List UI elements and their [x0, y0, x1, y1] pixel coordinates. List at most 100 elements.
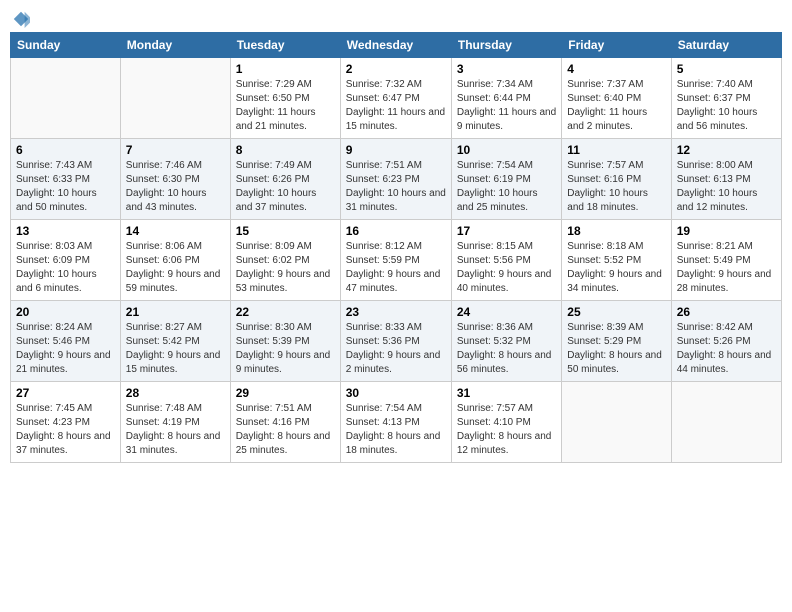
- day-info: Sunrise: 7:40 AM Sunset: 6:37 PM Dayligh…: [677, 78, 776, 134]
- calendar-cell: 17 Sunrise: 8:15 AM Sunset: 5:56 PM Dayli…: [451, 220, 561, 301]
- day-number: 2: [346, 62, 446, 76]
- day-number: 11: [567, 143, 665, 157]
- day-info: Sunrise: 8:18 AM Sunset: 5:52 PM Dayligh…: [567, 240, 665, 296]
- calendar-cell: [11, 58, 121, 139]
- day-info: Sunrise: 8:21 AM Sunset: 5:49 PM Dayligh…: [677, 240, 776, 296]
- logo-icon: [12, 10, 30, 28]
- day-number: 20: [16, 305, 115, 319]
- day-info: Sunrise: 7:37 AM Sunset: 6:40 PM Dayligh…: [567, 78, 665, 134]
- calendar-cell: 10 Sunrise: 7:54 AM Sunset: 6:19 PM Dayli…: [451, 139, 561, 220]
- calendar-cell: 6 Sunrise: 7:43 AM Sunset: 6:33 PM Daylig…: [11, 139, 121, 220]
- calendar-cell: 8 Sunrise: 7:49 AM Sunset: 6:26 PM Daylig…: [230, 139, 340, 220]
- calendar-cell: 15 Sunrise: 8:09 AM Sunset: 6:02 PM Dayli…: [230, 220, 340, 301]
- day-info: Sunrise: 8:27 AM Sunset: 5:42 PM Dayligh…: [126, 321, 225, 377]
- day-number: 31: [457, 386, 556, 400]
- calendar-cell: 4 Sunrise: 7:37 AM Sunset: 6:40 PM Daylig…: [562, 58, 671, 139]
- day-info: Sunrise: 8:24 AM Sunset: 5:46 PM Dayligh…: [16, 321, 115, 377]
- day-info: Sunrise: 8:03 AM Sunset: 6:09 PM Dayligh…: [16, 240, 115, 296]
- day-info: Sunrise: 8:00 AM Sunset: 6:13 PM Dayligh…: [677, 159, 776, 215]
- calendar-cell: 22 Sunrise: 8:30 AM Sunset: 5:39 PM Dayli…: [230, 301, 340, 382]
- day-number: 12: [677, 143, 776, 157]
- calendar-table: SundayMondayTuesdayWednesdayThursdayFrid…: [10, 32, 782, 463]
- calendar-cell: 18 Sunrise: 8:18 AM Sunset: 5:52 PM Dayli…: [562, 220, 671, 301]
- day-info: Sunrise: 8:30 AM Sunset: 5:39 PM Dayligh…: [236, 321, 335, 377]
- day-info: Sunrise: 7:54 AM Sunset: 4:13 PM Dayligh…: [346, 402, 446, 458]
- calendar-cell: 23 Sunrise: 8:33 AM Sunset: 5:36 PM Dayli…: [340, 301, 451, 382]
- day-info: Sunrise: 7:45 AM Sunset: 4:23 PM Dayligh…: [16, 402, 115, 458]
- day-info: Sunrise: 7:34 AM Sunset: 6:44 PM Dayligh…: [457, 78, 556, 134]
- day-number: 29: [236, 386, 335, 400]
- column-header-sunday: Sunday: [11, 33, 121, 58]
- calendar-cell: 14Sunrise: 8:06 AM Sunset: 6:06 PM Dayli…: [120, 220, 230, 301]
- day-info: Sunrise: 7:29 AM Sunset: 6:50 PM Dayligh…: [236, 78, 335, 134]
- calendar-cell: 9Sunrise: 7:51 AM Sunset: 6:23 PM Daylig…: [340, 139, 451, 220]
- day-number: 28: [126, 386, 225, 400]
- header: [10, 10, 782, 24]
- column-header-saturday: Saturday: [671, 33, 781, 58]
- day-number: 8: [236, 143, 335, 157]
- day-info: Sunrise: 7:49 AM Sunset: 6:26 PM Dayligh…: [236, 159, 335, 215]
- column-header-tuesday: Tuesday: [230, 33, 340, 58]
- calendar-cell: [562, 382, 671, 463]
- calendar-cell: 2 Sunrise: 7:32 AM Sunset: 6:47 PM Daylig…: [340, 58, 451, 139]
- calendar-cell: 11 Sunrise: 7:57 AM Sunset: 6:16 PM Dayli…: [562, 139, 671, 220]
- day-info: Sunrise: 7:57 AM Sunset: 4:10 PM Dayligh…: [457, 402, 556, 458]
- calendar-cell: [671, 382, 781, 463]
- calendar-cell: 30 Sunrise: 7:54 AM Sunset: 4:13 PM Dayli…: [340, 382, 451, 463]
- day-number: 1: [236, 62, 335, 76]
- day-info: Sunrise: 8:33 AM Sunset: 5:36 PM Dayligh…: [346, 321, 446, 377]
- day-info: Sunrise: 8:06 AM Sunset: 6:06 PM Dayligh…: [126, 240, 225, 296]
- day-number: 30: [346, 386, 446, 400]
- day-info: Sunrise: 7:57 AM Sunset: 6:16 PM Dayligh…: [567, 159, 665, 215]
- day-number: 5: [677, 62, 776, 76]
- calendar-cell: 5 Sunrise: 7:40 AM Sunset: 6:37 PM Daylig…: [671, 58, 781, 139]
- day-info: Sunrise: 7:51 AM Sunset: 4:16 PM Dayligh…: [236, 402, 335, 458]
- calendar-cell: [120, 58, 230, 139]
- column-header-friday: Friday: [562, 33, 671, 58]
- day-info: Sunrise: 8:12 AM Sunset: 5:59 PM Dayligh…: [346, 240, 446, 296]
- calendar-cell: 16 Sunrise: 8:12 AM Sunset: 5:59 PM Dayli…: [340, 220, 451, 301]
- logo: [10, 10, 30, 24]
- calendar-cell: 3 Sunrise: 7:34 AM Sunset: 6:44 PM Daylig…: [451, 58, 561, 139]
- column-header-monday: Monday: [120, 33, 230, 58]
- calendar-cell: 7Sunrise: 7:46 AM Sunset: 6:30 PM Daylig…: [120, 139, 230, 220]
- day-number: 13: [16, 224, 115, 238]
- calendar-cell: 21Sunrise: 8:27 AM Sunset: 5:42 PM Dayli…: [120, 301, 230, 382]
- calendar-cell: 13 Sunrise: 8:03 AM Sunset: 6:09 PM Dayli…: [11, 220, 121, 301]
- calendar-cell: 31 Sunrise: 7:57 AM Sunset: 4:10 PM Dayli…: [451, 382, 561, 463]
- day-number: 6: [16, 143, 115, 157]
- calendar-cell: 27 Sunrise: 7:45 AM Sunset: 4:23 PM Dayli…: [11, 382, 121, 463]
- day-info: Sunrise: 8:15 AM Sunset: 5:56 PM Dayligh…: [457, 240, 556, 296]
- day-number: 23: [346, 305, 446, 319]
- day-number: 15: [236, 224, 335, 238]
- calendar-cell: 1 Sunrise: 7:29 AM Sunset: 6:50 PM Daylig…: [230, 58, 340, 139]
- calendar-cell: 26 Sunrise: 8:42 AM Sunset: 5:26 PM Dayli…: [671, 301, 781, 382]
- day-info: Sunrise: 7:51 AM Sunset: 6:23 PM Dayligh…: [346, 159, 446, 215]
- day-info: Sunrise: 8:36 AM Sunset: 5:32 PM Dayligh…: [457, 321, 556, 377]
- day-info: Sunrise: 7:43 AM Sunset: 6:33 PM Dayligh…: [16, 159, 115, 215]
- calendar-cell: 28 Sunrise: 7:48 AM Sunset: 4:19 PM Dayli…: [120, 382, 230, 463]
- day-info: Sunrise: 8:09 AM Sunset: 6:02 PM Dayligh…: [236, 240, 335, 296]
- day-number: 3: [457, 62, 556, 76]
- day-info: Sunrise: 7:54 AM Sunset: 6:19 PM Dayligh…: [457, 159, 556, 215]
- day-number: 10: [457, 143, 556, 157]
- day-number: 19: [677, 224, 776, 238]
- day-number: 24: [457, 305, 556, 319]
- day-number: 27: [16, 386, 115, 400]
- column-header-thursday: Thursday: [451, 33, 561, 58]
- day-number: 7: [126, 143, 225, 157]
- day-number: 18: [567, 224, 665, 238]
- day-info: Sunrise: 7:32 AM Sunset: 6:47 PM Dayligh…: [346, 78, 446, 134]
- calendar-cell: 19 Sunrise: 8:21 AM Sunset: 5:49 PM Dayli…: [671, 220, 781, 301]
- day-number: 26: [677, 305, 776, 319]
- day-info: Sunrise: 8:42 AM Sunset: 5:26 PM Dayligh…: [677, 321, 776, 377]
- day-number: 4: [567, 62, 665, 76]
- day-number: 17: [457, 224, 556, 238]
- calendar-cell: 29 Sunrise: 7:51 AM Sunset: 4:16 PM Dayli…: [230, 382, 340, 463]
- day-number: 22: [236, 305, 335, 319]
- day-info: Sunrise: 7:48 AM Sunset: 4:19 PM Dayligh…: [126, 402, 225, 458]
- column-header-wednesday: Wednesday: [340, 33, 451, 58]
- day-info: Sunrise: 8:39 AM Sunset: 5:29 PM Dayligh…: [567, 321, 665, 377]
- calendar-cell: 20 Sunrise: 8:24 AM Sunset: 5:46 PM Dayli…: [11, 301, 121, 382]
- day-number: 16: [346, 224, 446, 238]
